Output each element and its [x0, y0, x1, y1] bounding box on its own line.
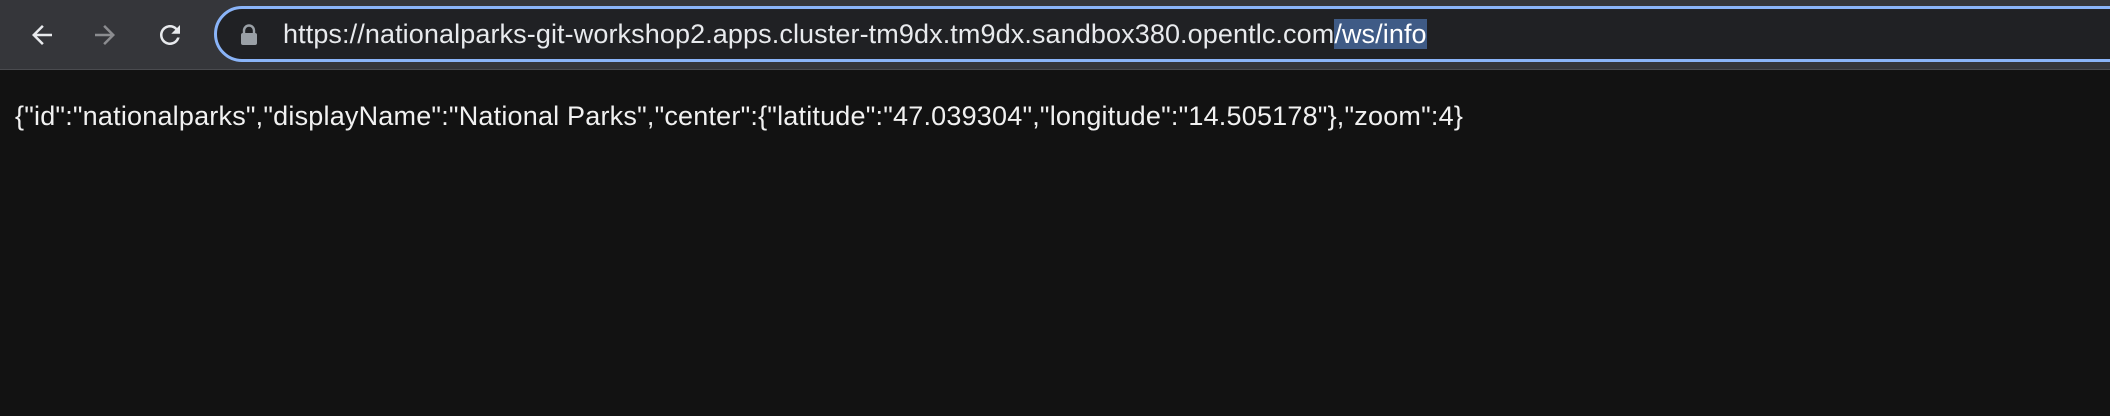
url-unselected-part: https://nationalparks-git-workshop2.apps…	[283, 19, 1335, 49]
reload-icon	[160, 25, 180, 45]
reload-button[interactable]	[146, 11, 194, 59]
browser-toolbar: https://nationalparks-git-workshop2.apps…	[0, 0, 2110, 70]
back-button[interactable]	[18, 11, 66, 59]
arrow-right-icon	[95, 25, 115, 45]
lock-icon[interactable]	[239, 24, 259, 46]
forward-button[interactable]	[81, 11, 129, 59]
url-text[interactable]: https://nationalparks-git-workshop2.apps…	[283, 9, 1427, 59]
json-response-text: {"id":"nationalparks","displayName":"Nat…	[15, 101, 1464, 131]
url-selected-part: /ws/info	[1334, 19, 1427, 49]
arrow-left-icon	[32, 25, 52, 45]
address-bar[interactable]: https://nationalparks-git-workshop2.apps…	[214, 6, 2110, 62]
